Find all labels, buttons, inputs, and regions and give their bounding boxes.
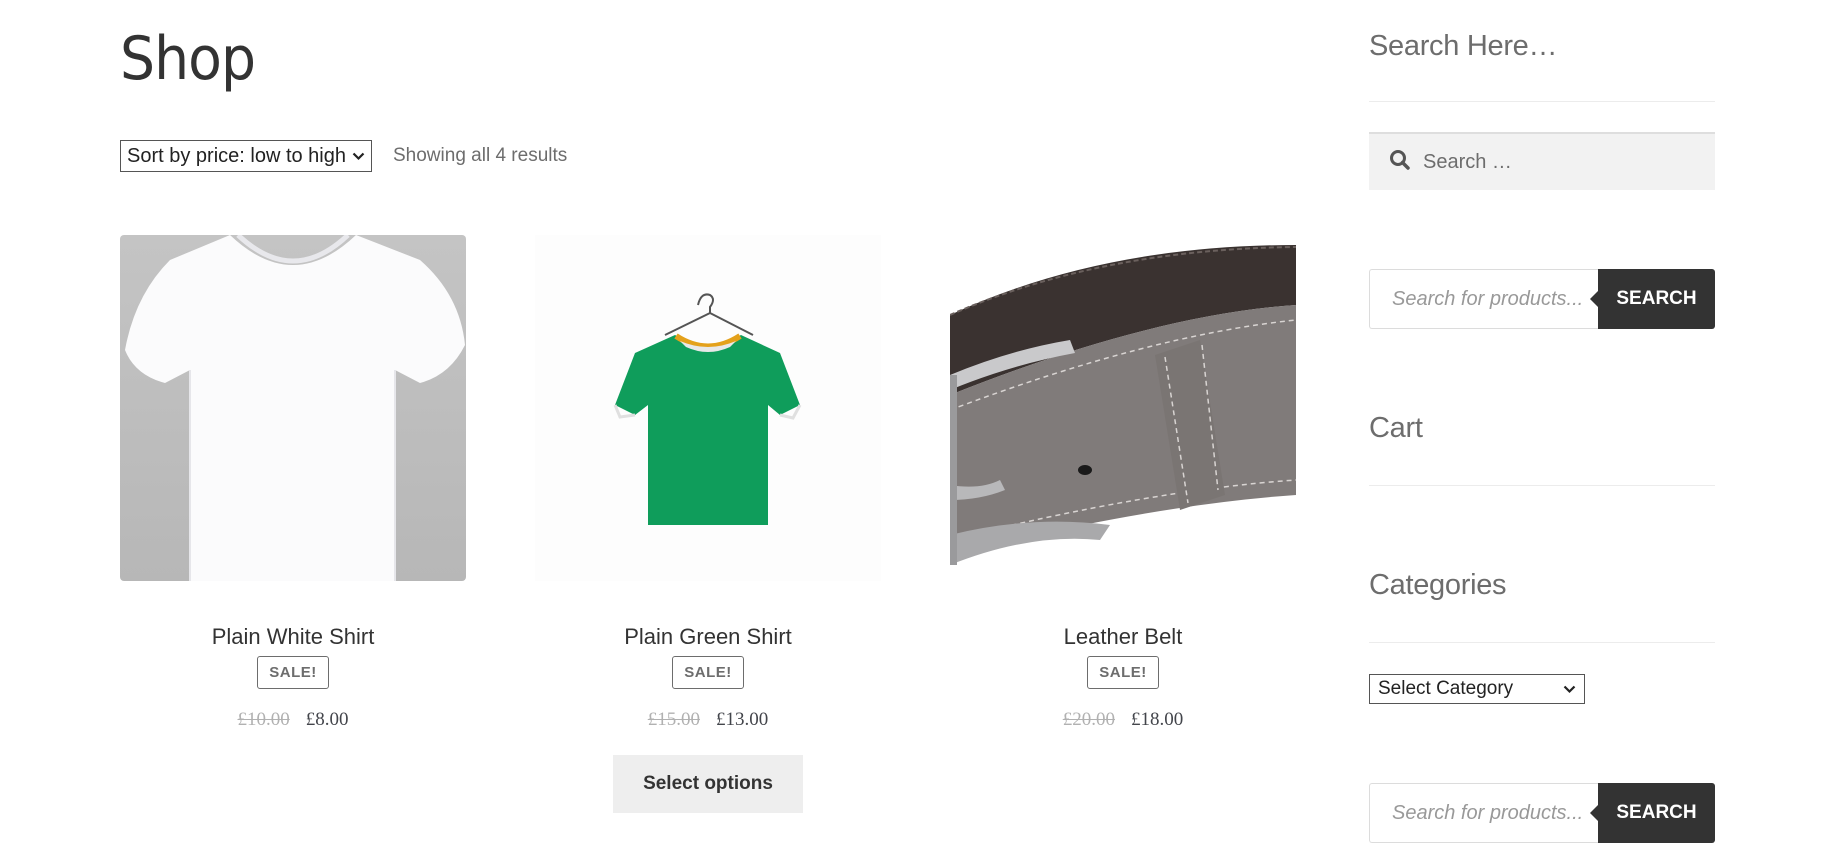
page-title: Shop (120, 24, 256, 94)
product-image-green-shirt[interactable] (535, 235, 881, 581)
product-title[interactable]: Plain Green Shirt (535, 624, 881, 654)
site-search-input[interactable]: Search … (1369, 132, 1715, 190)
product-image-leather-belt[interactable] (950, 235, 1296, 581)
white-tshirt-icon (125, 235, 465, 581)
cart-widget-title: Cart (1369, 412, 1423, 444)
old-price: £20.00 (1062, 709, 1115, 730)
select-options-button[interactable]: Select options (613, 755, 803, 813)
product-search-form-2: Search for products... SEARCH (1369, 783, 1715, 843)
divider (1369, 101, 1715, 102)
category-select-value: Select Category (1378, 678, 1514, 699)
product-title[interactable]: Leather Belt (950, 624, 1296, 654)
product-search-form: Search for products... SEARCH (1369, 269, 1715, 329)
sale-badge: SALE! (257, 656, 329, 689)
product-search-input[interactable]: Search for products... (1369, 269, 1598, 329)
category-select[interactable]: Select Category (1369, 674, 1585, 704)
product-card: Plain White Shirt SALE! £10.00 £8.00 (120, 235, 466, 731)
sale-badge: SALE! (672, 656, 744, 689)
search-placeholder: Search … (1423, 150, 1512, 173)
categories-widget-title: Categories (1369, 569, 1507, 601)
old-price: £15.00 (647, 709, 700, 730)
product-card: Plain Green Shirt SALE! £15.00 £13.00 Sel… (535, 235, 881, 813)
product-price: £15.00 £13.00 (535, 709, 881, 731)
sale-badge: SALE! (1087, 656, 1159, 689)
product-price: £20.00 £18.00 (950, 709, 1296, 731)
product-image-white-shirt[interactable] (120, 235, 466, 581)
product-card: Leather Belt SALE! £20.00 £18.00 (950, 235, 1296, 731)
divider (1369, 642, 1715, 643)
search-icon (1389, 149, 1411, 176)
chevron-down-icon (1563, 682, 1576, 697)
divider (1369, 485, 1715, 486)
chevron-down-icon (352, 149, 365, 164)
sort-select-value: Sort by price: low to high (127, 144, 346, 167)
sale-price: £8.00 (305, 709, 349, 730)
product-search-button[interactable]: SEARCH (1590, 269, 1715, 329)
old-price: £10.00 (237, 709, 290, 730)
sale-price: £13.00 (716, 709, 769, 730)
search-widget-title: Search Here… (1369, 30, 1558, 62)
sort-select[interactable]: Sort by price: low to high (120, 140, 372, 172)
result-count: Showing all 4 results (393, 145, 568, 166)
green-tshirt-icon (613, 293, 802, 525)
product-title[interactable]: Plain White Shirt (120, 624, 466, 654)
leather-belt-icon (950, 245, 1296, 565)
sale-price: £18.00 (1131, 709, 1184, 730)
shop-toolbar: Sort by price: low to high Showing all 4… (120, 140, 567, 172)
product-search-input[interactable]: Search for products... (1369, 783, 1598, 843)
product-search-button[interactable]: SEARCH (1590, 783, 1715, 843)
product-price: £10.00 £8.00 (120, 709, 466, 731)
